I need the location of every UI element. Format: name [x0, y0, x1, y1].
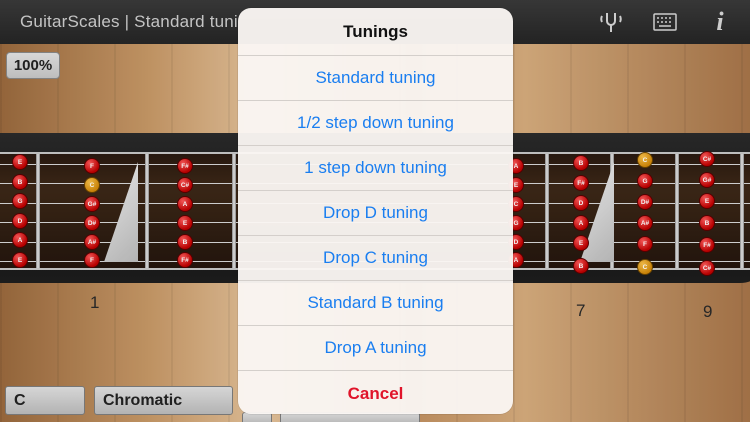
sheet-title: Tunings	[238, 8, 513, 56]
option-drop-c-tuning[interactable]: Drop C tuning	[238, 236, 513, 281]
tunings-sheet: Tunings Standard tuning 1/2 step down tu…	[238, 8, 513, 414]
option-standard-tuning[interactable]: Standard tuning	[238, 56, 513, 101]
option-one-step-down-tuning[interactable]: 1 step down tuning	[238, 146, 513, 191]
cancel-button[interactable]: Cancel	[238, 371, 513, 414]
option-drop-d-tuning[interactable]: Drop D tuning	[238, 191, 513, 236]
option-standard-b-tuning[interactable]: Standard B tuning	[238, 281, 513, 326]
option-half-step-down-tuning[interactable]: 1/2 step down tuning	[238, 101, 513, 146]
option-drop-a-tuning[interactable]: Drop A tuning	[238, 326, 513, 371]
